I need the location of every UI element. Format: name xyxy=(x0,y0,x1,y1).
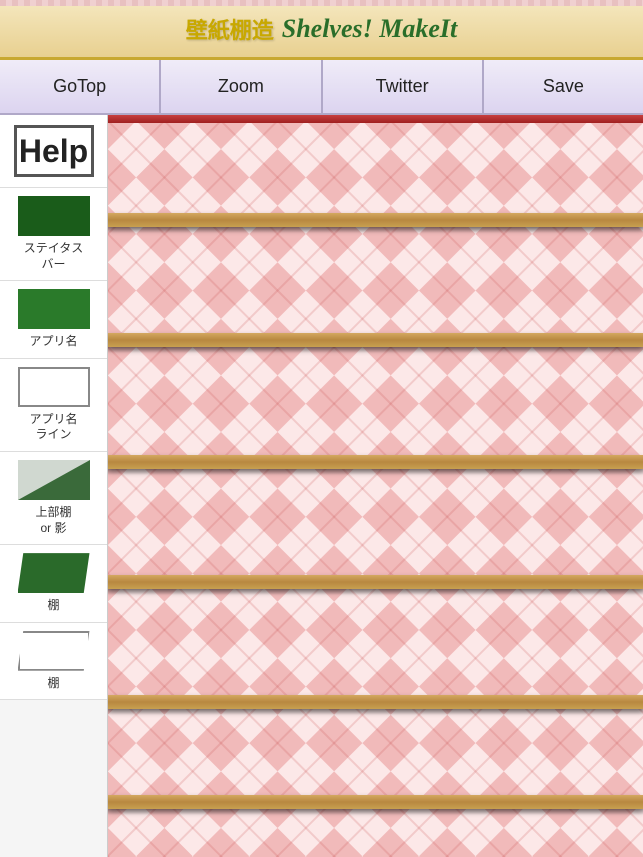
help-label: Help xyxy=(19,133,88,170)
sidebar: Help ステイタス バー アプリ名 アプリ名 ライン 上部棚 or 影 xyxy=(0,115,108,857)
gotop-button[interactable]: GoTop xyxy=(0,60,160,113)
app-name-line-swatch xyxy=(18,367,90,407)
plaid-background xyxy=(108,115,643,857)
shelf2-swatch xyxy=(18,631,90,671)
toolbar: GoTop Zoom Twitter Save xyxy=(0,60,643,115)
sidebar-item-shelf2[interactable]: 棚 xyxy=(0,623,107,701)
top-shelf-shadow-swatch xyxy=(18,460,90,500)
preview-area[interactable] xyxy=(108,115,643,857)
sidebar-item-app-name[interactable]: アプリ名 xyxy=(0,281,107,359)
zoom-button[interactable]: Zoom xyxy=(160,60,321,113)
sidebar-item-shelf1[interactable]: 棚 xyxy=(0,545,107,623)
status-bar-label: ステイタス バー xyxy=(24,241,84,272)
plaid-svg xyxy=(108,115,643,857)
title-english: Shelves! MakeIt xyxy=(282,14,458,44)
shelf1-swatch xyxy=(18,553,90,593)
shelf1-label: 棚 xyxy=(47,598,59,614)
app-name-swatch xyxy=(18,289,90,329)
twitter-button[interactable]: Twitter xyxy=(322,60,483,113)
sidebar-item-top-shelf-shadow[interactable]: 上部棚 or 影 xyxy=(0,452,107,545)
shelf2-label: 棚 xyxy=(47,676,59,692)
title-bar: 壁紙棚造 Shelves! MakeIt xyxy=(0,0,643,60)
sidebar-item-app-name-line[interactable]: アプリ名 ライン xyxy=(0,359,107,452)
save-button[interactable]: Save xyxy=(483,60,643,113)
sidebar-item-help[interactable]: Help xyxy=(0,115,107,188)
help-box: Help xyxy=(14,125,94,177)
app-name-label: アプリ名 xyxy=(29,334,77,350)
main-content: Help ステイタス バー アプリ名 アプリ名 ライン 上部棚 or 影 xyxy=(0,115,643,857)
status-bar-swatch xyxy=(18,196,90,236)
app-name-line-label: アプリ名 ライン xyxy=(29,412,77,443)
title-japanese: 壁紙棚造 xyxy=(186,13,274,45)
sidebar-item-status-bar[interactable]: ステイタス バー xyxy=(0,188,107,281)
top-shelf-shadow-label: 上部棚 or 影 xyxy=(35,505,71,536)
